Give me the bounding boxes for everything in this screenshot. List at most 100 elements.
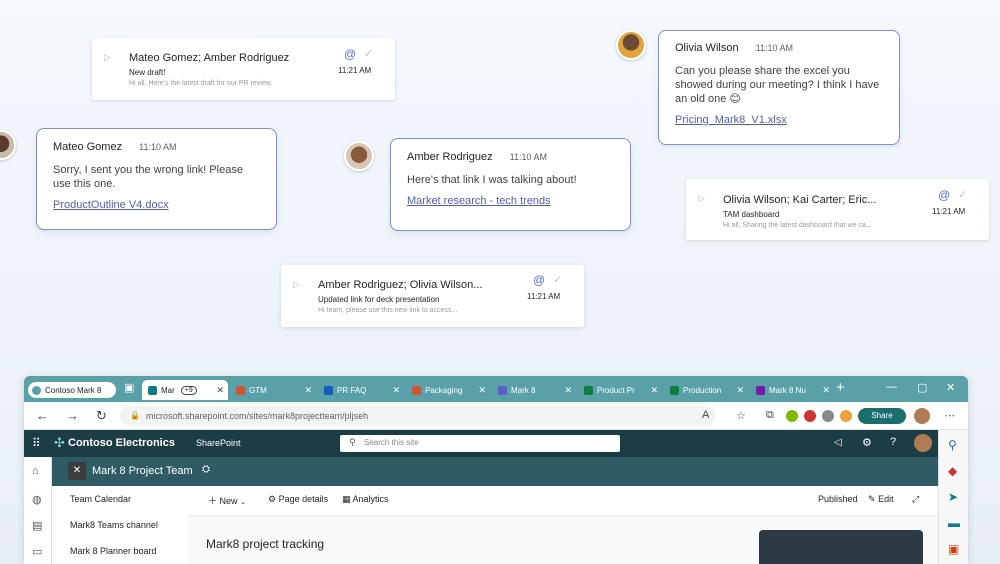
close-window-icon[interactable]: ✕: [946, 381, 955, 394]
favorite-icon[interactable]: ☆: [736, 409, 746, 422]
address-bar-row: ← → ↻ 🔒 microsoft.sharepoint.com/sites/m…: [24, 402, 968, 430]
tab-gtm[interactable]: GTM ✕: [230, 380, 316, 400]
extension-icon[interactable]: [840, 410, 852, 422]
help-icon[interactable]: ?: [890, 436, 896, 448]
office-icon[interactable]: ▣: [948, 542, 959, 556]
globe-icon[interactable]: ◍: [32, 493, 42, 506]
refresh-icon[interactable]: ↻: [96, 408, 107, 424]
notification-title: Amber Rodriguez; Olivia Wilson...: [318, 279, 483, 291]
search-icon[interactable]: ⚲: [948, 438, 957, 452]
tab-actions-icon[interactable]: ▣: [124, 381, 134, 394]
chat-message-card[interactable]: Olivia Wilson 11:10 AM Can you please sh…: [658, 30, 900, 145]
tab-mark8[interactable]: Mark 8 ✕: [492, 380, 576, 400]
file-link[interactable]: ProductOutline V4.docx: [53, 199, 260, 211]
collections-icon[interactable]: ⧉: [766, 409, 774, 422]
tab-count-badge[interactable]: +9: [180, 385, 197, 395]
teams-icon: [498, 385, 507, 395]
tab-label: Production: [683, 385, 722, 395]
tab-label: Mark 8 Nu: [769, 385, 806, 395]
minimize-icon[interactable]: —: [886, 381, 897, 393]
close-icon[interactable]: ✕: [736, 385, 744, 396]
chat-message-card[interactable]: Mateo Gomez 11:10 AM Sorry, I sent you t…: [36, 128, 277, 230]
brand-name[interactable]: Contoso Electronics: [68, 437, 175, 449]
chevron-right-icon[interactable]: ▷: [293, 279, 300, 290]
user-avatar[interactable]: [914, 434, 932, 452]
search-input[interactable]: ⚲ Search this site: [340, 435, 620, 452]
back-icon[interactable]: ←: [36, 408, 49, 423]
read-aloud-icon[interactable]: A: [702, 409, 709, 421]
search-icon: ⚲: [349, 437, 356, 447]
nav-link-team-calendar[interactable]: Team Calendar: [70, 494, 131, 504]
teams-icon[interactable]: ⛭: [202, 464, 210, 475]
chevron-right-icon[interactable]: ▷: [698, 193, 705, 204]
shopping-icon[interactable]: ◆: [948, 464, 957, 478]
files-icon[interactable]: ▭: [32, 545, 42, 558]
app-launcher-icon[interactable]: ⠿: [32, 436, 41, 450]
maximize-icon[interactable]: ▢: [917, 381, 927, 394]
email-notification[interactable]: ▷ Amber Rodriguez; Olivia Wilson... Upda…: [281, 265, 584, 327]
onenote-icon: [756, 385, 765, 395]
new-label: New: [219, 496, 238, 506]
close-icon[interactable]: ✕: [216, 385, 224, 396]
tab-sharepoint[interactable]: Mar +9 ✕: [142, 380, 228, 400]
tab-pr-faq[interactable]: PR FAQ ✕: [318, 380, 404, 400]
more-icon[interactable]: ⋯: [944, 409, 955, 422]
app-name[interactable]: SharePoint: [196, 438, 241, 448]
message-time: 11:10 AM: [139, 142, 177, 152]
tab-packaging[interactable]: Packaging ✕: [406, 380, 490, 400]
profile-avatar[interactable]: [914, 408, 930, 424]
chevron-right-icon[interactable]: ▷: [104, 52, 111, 63]
extension-icon[interactable]: [786, 410, 798, 422]
tab-product-pr[interactable]: Product Pr ✕: [578, 380, 662, 400]
nav-link-planner-board[interactable]: Mark 8 Planner board: [70, 546, 157, 556]
email-notification[interactable]: ▷ Olivia Wilson; Kai Carter; Eric... TAM…: [686, 179, 989, 240]
extension-icon[interactable]: [804, 410, 816, 422]
site-header: ✕ Mark 8 Project Team ⛭: [24, 457, 938, 486]
media-placeholder: [759, 530, 923, 564]
close-icon[interactable]: ✕: [650, 385, 658, 396]
gear-icon: ⚙: [268, 494, 277, 504]
file-link[interactable]: Pricing_Mark8_V1.xlsx: [675, 114, 883, 126]
forward-icon[interactable]: →: [66, 408, 79, 423]
tab-production[interactable]: Production ✕: [664, 380, 748, 400]
analytics-icon: ▦: [342, 494, 351, 504]
page-details-button[interactable]: ⚙ Page details: [268, 494, 328, 505]
extension-icon[interactable]: [822, 410, 834, 422]
new-button[interactable]: ＋ New ⌄: [208, 494, 246, 507]
message-time: 11:10 AM: [755, 43, 793, 53]
nav-link-teams-channel[interactable]: Mark8 Teams channel: [70, 520, 158, 530]
browser-window: Contoso Mark 8 ▣ Mar +9 ✕ GTM ✕ PR FAQ ✕…: [24, 376, 968, 564]
home-icon[interactable]: ⌂: [32, 465, 39, 477]
close-icon[interactable]: ✕: [392, 385, 400, 396]
send-icon[interactable]: ➤: [948, 490, 958, 504]
site-title[interactable]: Mark 8 Project Team: [92, 465, 193, 477]
profile-button[interactable]: Contoso Mark 8: [28, 382, 116, 398]
chat-message-card[interactable]: Amber Rodriguez 11:10 AM Here's that lin…: [390, 138, 631, 231]
news-icon[interactable]: ▤: [32, 519, 42, 532]
edit-button[interactable]: ✎ Edit: [868, 494, 894, 505]
share-button[interactable]: Share: [858, 408, 906, 424]
tab-label: GTM: [249, 385, 267, 395]
settings-icon[interactable]: ⚙: [862, 436, 872, 449]
edit-label: Edit: [878, 494, 894, 504]
expand-icon[interactable]: ⤢: [912, 494, 919, 505]
close-icon[interactable]: ✕: [822, 385, 830, 396]
check-icon: ✓: [553, 274, 563, 286]
sharepoint-header: ⠿ ✣ Contoso Electronics SharePoint ⚲ Sea…: [24, 430, 938, 457]
close-icon[interactable]: ✕: [564, 385, 572, 396]
close-icon[interactable]: ✕: [478, 385, 486, 396]
email-notification[interactable]: ▷ Mateo Gomez; Amber Rodriguez New draft…: [92, 38, 395, 100]
analytics-button[interactable]: ▦ Analytics: [342, 494, 389, 505]
megaphone-icon[interactable]: ◁: [834, 437, 842, 448]
tools-icon[interactable]: ▬: [948, 516, 960, 530]
tab-label: Product Pr: [597, 385, 635, 395]
close-icon[interactable]: ✕: [304, 385, 312, 396]
message-author: Amber Rodriguez: [407, 151, 493, 163]
profile-icon: [32, 385, 41, 395]
notification-subject: New draft!: [129, 68, 166, 77]
url-field[interactable]: 🔒 microsoft.sharepoint.com/sites/mark8pr…: [120, 406, 716, 426]
file-link[interactable]: Market research - tech trends: [407, 195, 614, 207]
new-tab-icon[interactable]: +: [836, 379, 845, 396]
pencil-icon: ✎: [868, 494, 876, 504]
tab-mark8-nu[interactable]: Mark 8 Nu ✕: [750, 380, 834, 400]
